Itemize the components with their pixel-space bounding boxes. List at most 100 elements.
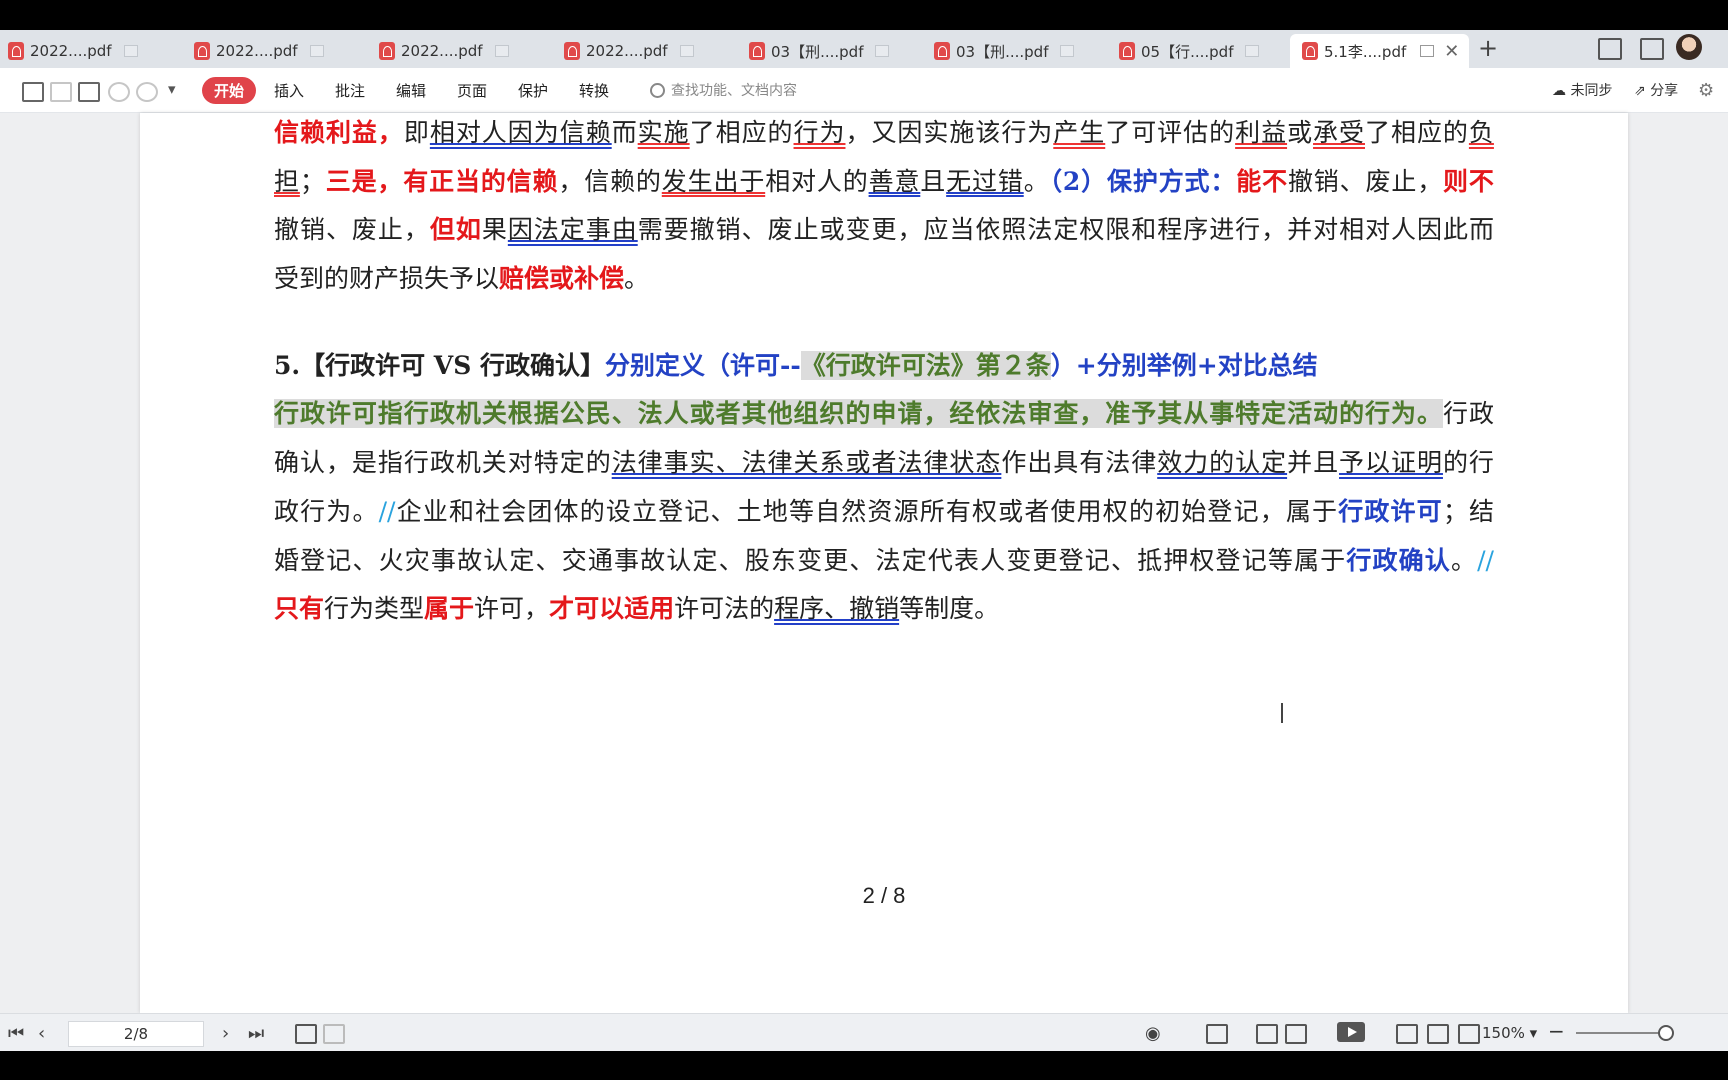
fit-page-icon[interactable] [1427,1024,1449,1044]
tab-3[interactable]: 2022....pdf [379,34,509,68]
save-icon[interactable] [50,82,72,102]
share-label: 分享 [1650,83,1679,99]
print-icon[interactable] [78,82,100,102]
tab-label: 03【刑....pdf [956,42,1049,61]
tab-7[interactable]: 05【行....pdf [1119,34,1260,68]
preview-icon [875,45,890,57]
text-line: 政行为。//企业和社会团体的设立登记、土地等自然资源所有权或者使用权的初始登记，… [274,488,1494,537]
next-page-icon[interactable]: › [222,1023,229,1044]
search-box[interactable]: 查找功能、文档内容 [650,80,797,100]
bottom-bar [0,1051,1728,1080]
pdf-icon [8,42,24,60]
tab-label: 03【刑....pdf [771,42,864,61]
close-tab-icon[interactable]: ✕ [1444,41,1459,62]
text-line: 撤销、废止，但如果因法定事由需要撤销、废止或变更，应当依照法定权限和程序进行，并… [274,206,1494,255]
start-tab[interactable]: 开始 [202,77,256,104]
sync-label: 未同步 [1570,83,1613,99]
convert-tab[interactable]: 转换 [579,80,609,101]
text-run: 《行政许可法》第２条 [800,350,1051,380]
page-input[interactable]: 2/8 [68,1021,204,1047]
text-run: 许可， [474,594,550,624]
zoom-box-icon[interactable] [1458,1024,1480,1044]
open-icon[interactable] [22,82,44,102]
page-tab[interactable]: 页面 [457,80,487,101]
pdf-icon [1302,42,1318,60]
pin-icon[interactable] [1420,45,1435,57]
chevron-down-icon[interactable]: ▾ [168,80,176,98]
undo-icon[interactable] [108,82,130,102]
last-page-icon[interactable]: ⏭ [248,1023,264,1044]
new-tab-button[interactable]: + [1478,34,1498,62]
tab-5[interactable]: 03【刑....pdf [749,34,890,68]
text-run: 法律事实、法律关系或者法律状态 [611,448,1002,478]
preview-icon [1060,45,1075,57]
avatar[interactable] [1676,34,1702,60]
zoom-slider[interactable] [1576,1032,1666,1034]
text-run: 受到的财产损失予以 [274,264,500,294]
text-run: // [1477,545,1494,575]
pdf-page: 信赖利益，即相对人因为信赖而实施了相应的行为，又因实施该行为产生了可评估的利益或… [140,113,1628,1013]
text-run: 效力的认定 [1157,448,1288,478]
tab-2[interactable]: 2022....pdf [194,34,324,68]
zoom-level[interactable]: 150% ▾ [1482,1024,1537,1042]
tab-6[interactable]: 03【刑....pdf [934,34,1075,68]
text-run: 产生 [1053,118,1106,147]
edit-tab[interactable]: 编辑 [396,80,426,101]
text-line: 只有行为类型属于许可，才可以适用许可法的程序、撤销等制度。 [274,585,1494,634]
text-run: 行政许可指行政机关根据公民、法人或者其他组织的申请，经依法审查，准予其从事特定活… [274,399,1443,429]
text-run: 的行 [1442,448,1494,478]
play-icon[interactable] [1337,1022,1365,1042]
actual-size-icon[interactable] [1396,1024,1418,1044]
redo-icon[interactable] [136,82,158,102]
eye-icon[interactable]: ◉ [1145,1023,1161,1044]
forward-icon[interactable] [323,1024,345,1044]
text-run: 程序、撤销 [774,594,900,624]
text-run: 婚登记、火灾事故认定、交通事故认定、股东变更、法定代表人变更登记、抵押权登记等属… [274,545,1347,575]
text-run: 等制度。 [899,594,1000,624]
text-run: 5.【行政许可 VS 行政确认】 [274,350,605,380]
tab-1[interactable]: 2022....pdf [8,34,138,68]
layout-icon[interactable] [1598,38,1622,60]
text-run: 了相应的 [689,118,794,147]
text-run: 确认，是指行政机关对特定的 [274,448,612,478]
preview-icon [123,45,138,57]
grid-icon[interactable] [1640,38,1664,60]
sync-status[interactable]: ☁ 未同步 [1552,80,1612,100]
document-viewer[interactable]: 信赖利益，即相对人因为信赖而实施了相应的行为，又因实施该行为产生了可评估的利益或… [0,113,1728,1013]
page-number: 2 / 8 [862,883,906,908]
text-run: 行政许可 [1338,496,1443,526]
text-run: 或 [1287,118,1314,147]
tab-label: 2022....pdf [586,42,668,60]
text-run: 撤销、废止， [1287,166,1444,196]
text-line: 信赖利益，即相对人因为信赖而实施了相应的行为，又因实施该行为产生了可评估的利益或… [274,109,1494,158]
first-page-icon[interactable]: ⏮ [8,1023,24,1044]
tab-bar: 2022....pdf 2022....pdf 2022....pdf 2022… [0,30,1728,68]
zoom-slider-knob[interactable] [1658,1025,1674,1041]
text-run: 政行为。 [274,496,379,526]
text-run: 承受 [1313,118,1365,147]
share-button[interactable]: ⇗ 分享 [1634,80,1678,100]
pdf-icon [749,42,765,60]
insert-tab[interactable]: 插入 [274,80,304,101]
text-run: 行为 [793,118,846,147]
tab-label: 2022....pdf [216,42,298,60]
page-text: 信赖利益，即相对人因为信赖而实施了相应的行为，又因实施该行为产生了可评估的利益或… [274,113,1494,634]
two-page-icon[interactable] [1285,1024,1307,1044]
text-run: ，信赖的 [558,166,662,196]
back-icon[interactable] [295,1024,317,1044]
prev-page-icon[interactable]: ‹ [38,1023,45,1044]
protect-tab[interactable]: 保护 [518,80,548,101]
settings-icon[interactable]: ⚙ [1698,80,1714,101]
tab-4[interactable]: 2022....pdf [564,34,694,68]
text-run: 许可法的 [674,594,775,624]
zoom-out-button[interactable]: − [1548,1019,1565,1043]
search-placeholder: 查找功能、文档内容 [671,83,797,99]
text-line: 担；三是，有正当的信赖，信赖的发生出于相对人的善意且无过错。（2）保护方式：能不… [274,158,1494,207]
tab-8-active[interactable]: 5.1李....pdf ✕ [1290,34,1470,68]
fit-width-icon[interactable] [1206,1024,1228,1044]
text-run: 实施 [637,118,690,147]
comment-tab[interactable]: 批注 [335,80,365,101]
single-page-icon[interactable] [1256,1024,1278,1044]
text-run: ；结 [1442,496,1494,526]
text-run: 而 [611,118,638,147]
